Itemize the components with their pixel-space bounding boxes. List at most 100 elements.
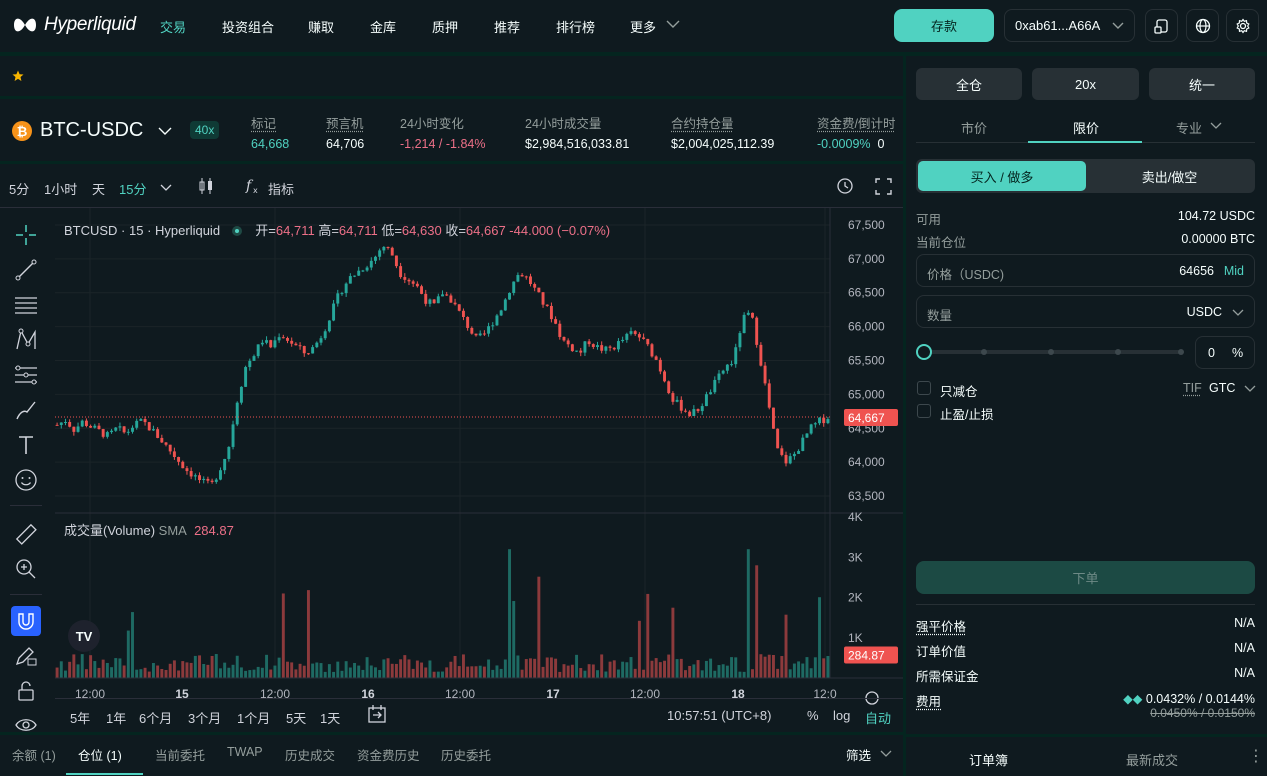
- interval-5m[interactable]: 5分: [9, 179, 29, 198]
- filter-button[interactable]: 筛选: [846, 745, 871, 764]
- alert-clock-icon[interactable]: [836, 177, 854, 195]
- price-field[interactable]: 价格（USDC) 64656 Mid: [916, 254, 1255, 287]
- date-range-icon[interactable]: [367, 704, 387, 724]
- settings-button[interactable]: [1226, 9, 1259, 42]
- candle-type-icon[interactable]: [198, 177, 214, 195]
- brush-tool[interactable]: [12, 396, 40, 424]
- volume-bar: [415, 660, 419, 678]
- tab-market[interactable]: 市价: [961, 118, 987, 137]
- tab-order-history[interactable]: 历史委托: [441, 745, 491, 764]
- range-5y[interactable]: 5年: [70, 708, 90, 727]
- tab-limit[interactable]: 限价: [1073, 118, 1099, 137]
- slider-handle[interactable]: [916, 344, 932, 360]
- tab-pro[interactable]: 专业: [1176, 118, 1202, 137]
- percent-input[interactable]: 0 %: [1195, 336, 1255, 369]
- text-tool[interactable]: [12, 431, 40, 459]
- sell-short-button[interactable]: 卖出/做空: [1086, 161, 1253, 191]
- more-vert-icon[interactable]: ⋮: [1248, 746, 1264, 766]
- zoom-tool[interactable]: [12, 555, 40, 583]
- percent-toggle[interactable]: %: [807, 708, 819, 723]
- tab-trade-history[interactable]: 历史成交: [285, 745, 335, 764]
- log-toggle[interactable]: log: [833, 708, 850, 723]
- chevron-down-icon[interactable]: [160, 184, 172, 192]
- nav-earn[interactable]: 赚取: [308, 17, 334, 36]
- star-icon[interactable]: [12, 70, 24, 82]
- candle-body: [298, 345, 302, 347]
- lock-tool[interactable]: [12, 677, 40, 705]
- nav-referrals[interactable]: 推荐: [494, 17, 520, 36]
- projection-tool[interactable]: [12, 361, 40, 389]
- nav-trade[interactable]: 交易: [160, 17, 186, 36]
- margin-mode-button[interactable]: 全仓: [916, 68, 1022, 100]
- trendline-tool[interactable]: [12, 256, 40, 284]
- range-1y[interactable]: 1年: [106, 708, 126, 727]
- tab-orderbook[interactable]: 订单簿: [969, 750, 1008, 769]
- quantity-unit[interactable]: USDC: [1187, 305, 1222, 319]
- interval-1h[interactable]: 1小时: [44, 179, 77, 198]
- nav-leaderboard[interactable]: 排行榜: [556, 17, 595, 36]
- nav-portfolio[interactable]: 投资组合: [222, 17, 274, 36]
- tab-balances[interactable]: 余额 (1): [12, 745, 56, 764]
- range-5d[interactable]: 5天: [286, 708, 306, 727]
- logo[interactable]: Hyperliquid: [12, 14, 136, 36]
- clock-text[interactable]: 10:57:51 (UTC+8): [667, 708, 771, 723]
- chevron-down-icon[interactable]: [158, 126, 172, 136]
- nav-more[interactable]: 更多: [630, 17, 656, 36]
- tif-select[interactable]: GTC: [1209, 381, 1235, 395]
- tp-sl-checkbox[interactable]: [917, 404, 931, 418]
- function-icon[interactable]: fx: [244, 177, 262, 195]
- leverage-button[interactable]: 20x: [1032, 68, 1139, 100]
- reduce-only-checkbox[interactable]: [917, 381, 931, 395]
- tab-positions[interactable]: 仓位 (1): [78, 745, 122, 764]
- place-order-button[interactable]: 下单: [916, 561, 1255, 594]
- interval-1d[interactable]: 天: [92, 179, 105, 198]
- range-6m[interactable]: 6个月: [139, 708, 172, 727]
- wallet-button[interactable]: 0xab61...A66A: [1004, 9, 1135, 42]
- candle-body: [235, 402, 239, 425]
- candle-body: [252, 356, 256, 361]
- language-button[interactable]: [1186, 9, 1219, 42]
- tradingview-logo[interactable]: TV: [68, 620, 100, 652]
- buy-long-button[interactable]: 买入 / 做多: [918, 161, 1086, 191]
- crosshair-tool[interactable]: [12, 221, 40, 249]
- volume-bar: [281, 593, 285, 678]
- chevron-down-icon[interactable]: [880, 750, 892, 758]
- tab-trades[interactable]: 最新成交: [1126, 750, 1178, 769]
- size-slider[interactable]: [916, 344, 1184, 360]
- emoji-tool[interactable]: [12, 466, 40, 494]
- nav-vaults[interactable]: 金库: [370, 17, 396, 36]
- fib-tool[interactable]: [12, 291, 40, 319]
- quantity-field[interactable]: 数量 USDC: [916, 295, 1255, 328]
- chevron-down-icon[interactable]: [1210, 122, 1222, 130]
- deposit-button[interactable]: 存款: [894, 9, 994, 42]
- range-1m[interactable]: 1个月: [237, 708, 270, 727]
- mid-button[interactable]: Mid: [1224, 264, 1244, 278]
- volume-bar: [730, 657, 734, 678]
- lock-draw-tool[interactable]: [12, 641, 40, 669]
- range-3m[interactable]: 3个月: [188, 708, 221, 727]
- account-mode-button[interactable]: 统一: [1149, 68, 1255, 100]
- tab-open-orders[interactable]: 当前委托: [155, 745, 205, 764]
- indicators-button[interactable]: 指标: [268, 179, 294, 198]
- price-chart[interactable]: 67,50067,00066,50066,00065,50065,00064,5…: [55, 208, 903, 730]
- nav-staking[interactable]: 质押: [432, 17, 458, 36]
- fullscreen-icon[interactable]: [875, 178, 892, 195]
- mobile-button[interactable]: [1145, 9, 1178, 42]
- y-tick-label: 65,000: [848, 387, 885, 401]
- price-input[interactable]: 64656: [1179, 264, 1214, 278]
- candle-body: [441, 294, 444, 297]
- magnet-tool[interactable]: [11, 606, 41, 636]
- candle-body: [185, 468, 189, 472]
- candle-body: [97, 425, 101, 430]
- tab-funding-history[interactable]: 资金费历史: [357, 745, 420, 764]
- auto-toggle[interactable]: 自动: [865, 708, 891, 727]
- pattern-tool[interactable]: [12, 326, 40, 354]
- interval-15m[interactable]: 15分: [119, 179, 146, 198]
- candle-body: [671, 393, 675, 402]
- ruler-icon: [15, 523, 37, 545]
- candle-body: [524, 276, 528, 278]
- range-1d[interactable]: 1天: [320, 708, 340, 727]
- pair-name[interactable]: BTC-USDC: [40, 119, 143, 142]
- tab-twap[interactable]: TWAP: [227, 745, 263, 759]
- measure-tool[interactable]: [12, 520, 40, 548]
